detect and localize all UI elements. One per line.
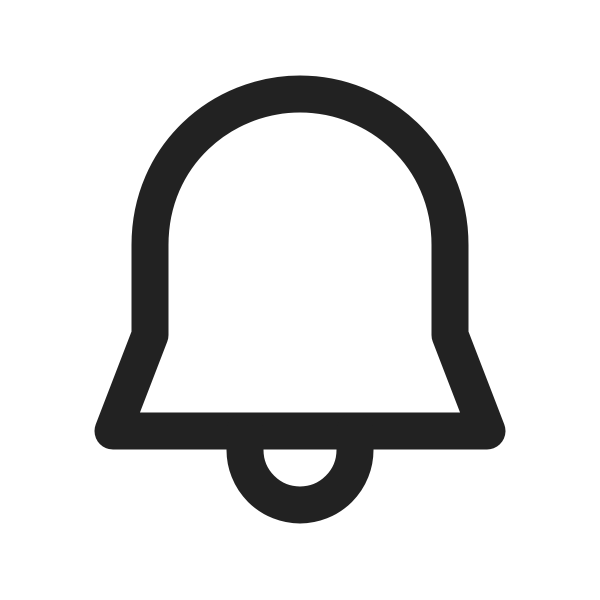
icon-canvas	[0, 0, 600, 600]
bell-body	[94, 75, 506, 450]
bell-icon-svg	[94, 75, 506, 524]
bell-icon	[0, 0, 600, 600]
